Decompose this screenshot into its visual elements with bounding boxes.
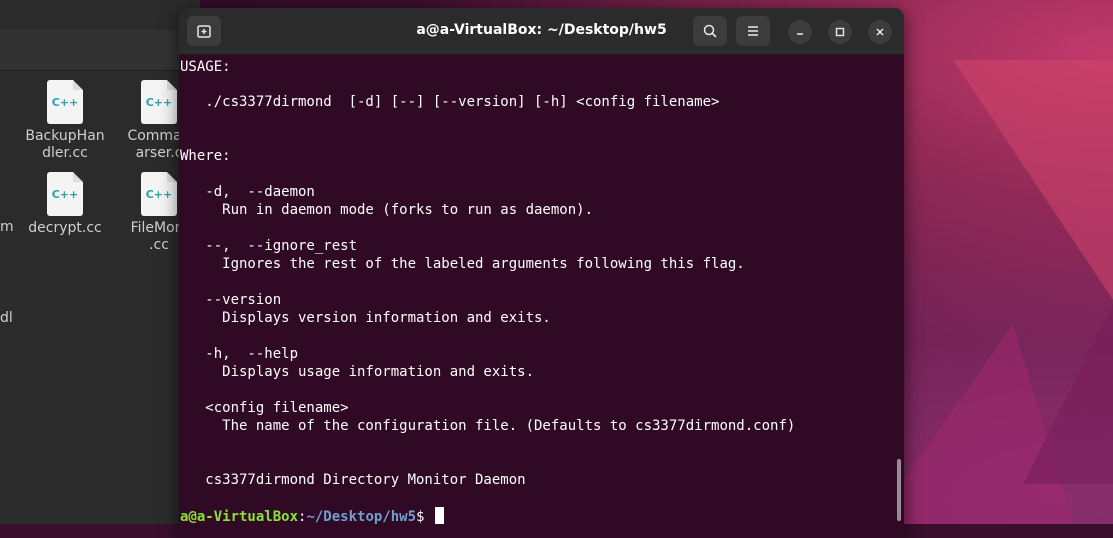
cpp-file-icon: C++ [47, 80, 83, 124]
cpp-file-icon: C++ [141, 80, 177, 124]
minimize-button[interactable] [788, 20, 812, 44]
file-label-fragment: m [0, 219, 14, 235]
output-line: USAGE: [180, 59, 231, 75]
output-line: --, --ignore_rest [180, 238, 358, 254]
close-icon [876, 28, 884, 36]
terminal-output[interactable]: USAGE: ./cs3377dirmond [-d] [--] [--vers… [179, 55, 904, 538]
wallpaper-shape [953, 60, 1113, 300]
output-line: -h, --help [180, 346, 299, 362]
file-item-decrypt[interactable]: C++ decrypt.cc [20, 172, 110, 237]
terminal-titlebar[interactable]: a@a-VirtualBox: ~/Desktop/hw5 [179, 8, 904, 55]
maximize-button[interactable] [828, 20, 852, 44]
output-line: Displays version information and exits. [180, 310, 551, 326]
output-line: -d, --daemon [180, 184, 315, 200]
output-line: Run in daemon mode (forks to run as daem… [180, 202, 594, 218]
prompt-path: ~/Desktop/hw5 [306, 509, 417, 525]
minimize-icon [797, 33, 803, 35]
file-manager-pathbar [0, 30, 200, 71]
cpp-file-icon: C++ [141, 172, 177, 216]
prompt-line[interactable]: a@a-VirtualBox:~/Desktop/hw5$ [180, 507, 444, 526]
maximize-icon [835, 27, 845, 37]
menu-button[interactable] [736, 16, 770, 46]
cpp-file-icon: C++ [47, 172, 83, 216]
output-line: <config filename> [180, 400, 349, 416]
wallpaper-shape [1023, 304, 1113, 484]
file-label-fragment: dl [0, 310, 13, 326]
search-icon [703, 24, 717, 38]
terminal-window[interactable]: a@a-VirtualBox: ~/Desktop/hw5 USAGE: ./c… [179, 8, 904, 538]
prompt-symbol: $ [416, 509, 433, 525]
text-cursor [434, 507, 444, 524]
output-line: The name of the configuration file. (Def… [180, 418, 796, 434]
prompt-user-host: a@a-VirtualBox [180, 509, 299, 525]
hamburger-menu-icon [748, 26, 758, 36]
search-button[interactable] [693, 16, 727, 46]
file-manager-window: C++ BackupHan dler.cc C++ Comman arser.c… [0, 0, 200, 524]
file-item-backuphandler[interactable]: C++ BackupHan dler.cc [20, 80, 110, 162]
file-label: decrypt.cc [28, 220, 102, 236]
output-line: Where: [180, 148, 231, 164]
output-line: Ignores the rest of the labeled argument… [180, 256, 745, 272]
file-label: BackupHan dler.cc [25, 128, 105, 161]
output-line: Displays usage information and exits. [180, 364, 535, 380]
output-line: ./cs3377dirmond [-d] [--] [--version] [-… [180, 94, 720, 110]
scrollbar-thumb[interactable] [897, 459, 901, 521]
file-manager-header [0, 0, 200, 30]
output-line: --version [180, 292, 282, 308]
output-line: cs3377dirmond Directory Monitor Daemon [180, 472, 526, 488]
close-button[interactable] [868, 20, 892, 44]
